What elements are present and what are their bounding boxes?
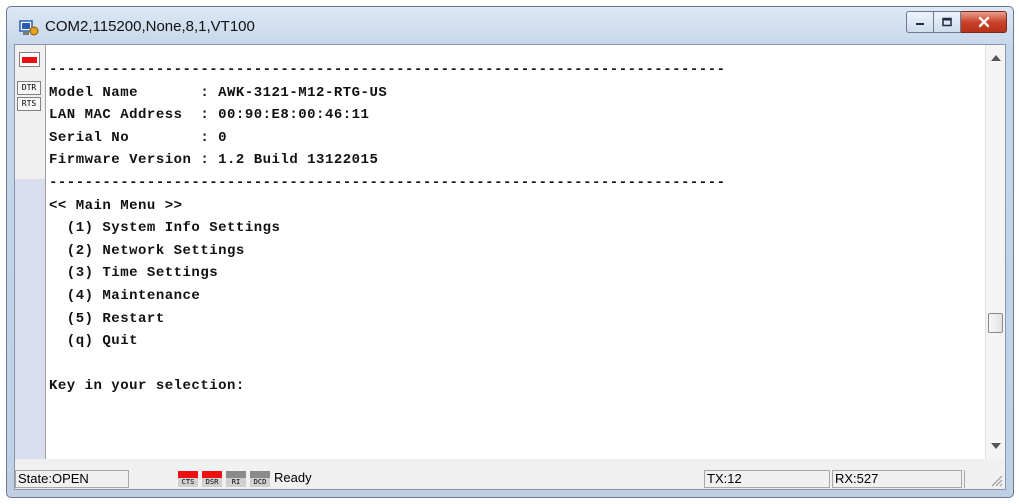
close-icon <box>978 16 989 28</box>
dsr-led-label: DSR <box>202 478 222 487</box>
terminal-line: ----------------------------------------… <box>49 174 726 191</box>
minimize-icon <box>916 23 924 25</box>
terminal-line: (q) Quit <box>49 333 139 350</box>
status-state: State:OPEN <box>15 470 129 488</box>
dsr-led: DSR <box>202 471 222 487</box>
maximize-icon <box>942 17 952 27</box>
terminal-line: Model Name : AWK-3121-M12-RTG-US <box>49 84 388 101</box>
signal-panel-top: DTR RTS <box>15 45 45 179</box>
dcd-led: DCD <box>250 471 270 487</box>
status-spacer <box>133 470 157 488</box>
client-area: DTR RTS --------------------------------… <box>14 44 1006 490</box>
terminal-line: << Main Menu >> <box>49 197 183 214</box>
status-tx-count: TX:12 <box>704 470 830 488</box>
title-bar[interactable]: COM2,115200,None,8,1,VT100 <box>7 7 1013 47</box>
terminal-line: (4) Maintenance <box>49 287 201 304</box>
resize-grip-icon[interactable] <box>989 473 1003 487</box>
dtr-button[interactable]: DTR <box>17 81 41 95</box>
terminal-app-icon <box>19 20 39 36</box>
terminal-line: (2) Network Settings <box>49 242 245 259</box>
window-controls <box>906 11 1007 33</box>
terminal-line: Firmware Version : 1.2 Build 13122015 <box>49 152 379 169</box>
terminal-line: LAN MAC Address : 00:90:E8:00:46:11 <box>49 107 370 124</box>
terminal-line: Key in your selection: <box>49 378 245 395</box>
terminal-line: (1) System Info Settings <box>49 220 281 237</box>
ri-led: RI <box>226 471 246 487</box>
status-bar: State:OPEN CTS DSR RI DCD Ready TX:12 RX… <box>15 469 1005 489</box>
status-message: Ready <box>274 470 312 485</box>
break-button[interactable] <box>19 52 40 67</box>
scroll-up-arrow-icon[interactable] <box>991 55 1001 61</box>
window-title: COM2,115200,None,8,1,VT100 <box>45 18 255 35</box>
cts-led-label: CTS <box>178 478 198 487</box>
terminal-screen[interactable]: ----------------------------------------… <box>46 45 985 459</box>
scroll-down-arrow-icon[interactable] <box>991 443 1001 449</box>
close-button[interactable] <box>961 11 1007 33</box>
scrollbar-thumb[interactable] <box>988 313 1003 333</box>
rts-button[interactable]: RTS <box>17 97 41 111</box>
cts-led: CTS <box>178 471 198 487</box>
ri-led-label: RI <box>226 478 246 487</box>
terminal-window: COM2,115200,None,8,1,VT100 DTR RTS -----… <box>6 6 1014 498</box>
status-rx-count: RX:527 <box>832 470 962 488</box>
signal-panel: DTR RTS <box>15 45 46 459</box>
maximize-button[interactable] <box>934 11 961 33</box>
terminal-line: (5) Restart <box>49 310 165 327</box>
dcd-led-label: DCD <box>250 478 270 487</box>
minimize-button[interactable] <box>906 11 934 33</box>
vertical-scrollbar[interactable] <box>985 45 1005 459</box>
break-indicator-icon <box>22 56 37 63</box>
terminal-line: Serial No : 0 <box>49 129 228 146</box>
terminal-line: ----------------------------------------… <box>49 62 726 78</box>
terminal-line: (3) Time Settings <box>49 265 219 282</box>
